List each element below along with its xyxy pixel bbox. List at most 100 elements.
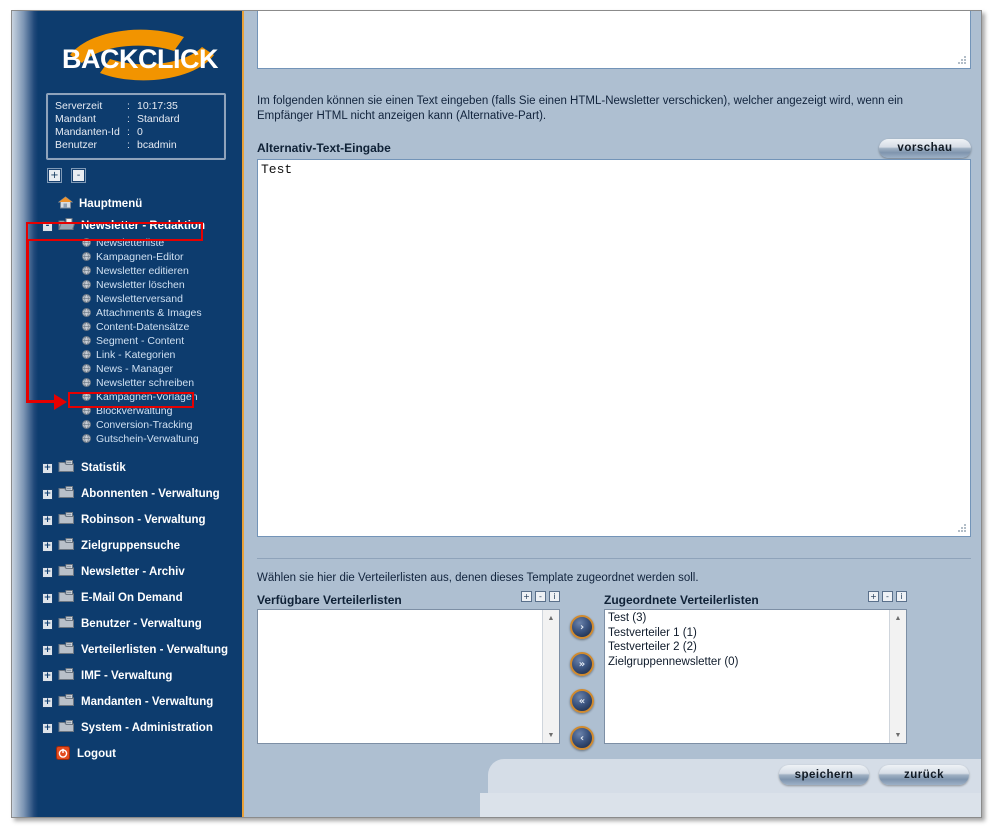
expand-group-toggle[interactable]: + [42, 644, 53, 656]
move-left-all-button[interactable]: « [570, 689, 594, 713]
available-remove-icon[interactable]: - [535, 591, 546, 602]
server-info-key: Benutzer [55, 139, 98, 151]
sidebar-item-kampagnen-vorlagen[interactable]: Kampagnen-Vorlagen [38, 391, 242, 405]
sidebar-group-verteilerlisten-verwaltung[interactable]: + Verteilerlisten - Verwaltung [38, 637, 242, 663]
html-content-textarea[interactable] [257, 11, 971, 69]
sidebar-subitem-label: Conversion-Tracking [96, 419, 193, 431]
server-info-sep: : [127, 113, 130, 125]
sidebar-item-segment-content[interactable]: Segment - Content [38, 335, 242, 349]
folder-icon [58, 512, 75, 528]
sidebar-item-kampagnen-editor[interactable]: Kampagnen-Editor [38, 251, 242, 265]
sidebar-item-conversion-tracking[interactable]: Conversion-Tracking [38, 419, 242, 433]
sidebar-item-newsletter-loeschen[interactable]: Newsletter löschen [38, 279, 242, 293]
sidebar-group-system-administration[interactable]: + System - Administration [38, 715, 242, 741]
sidebar-item-gutschein-verwaltung[interactable]: Gutschein-Verwaltung [38, 433, 242, 447]
sidebar-item-content-datensaetze[interactable]: Content-Datensätze [38, 321, 242, 335]
sidebar-subitem-label: Newsletterliste [96, 237, 165, 249]
assigned-lists-scrollbar[interactable]: ▲ ▼ [889, 610, 906, 743]
globe-icon [82, 364, 91, 376]
expand-group-toggle[interactable]: + [42, 566, 53, 578]
sidebar-item-news-manager[interactable]: News - Manager [38, 363, 242, 377]
assign-description: Wählen sie hier die Verteilerlisten aus,… [257, 572, 699, 584]
sidebar-group-newsletter-redaktion[interactable]: - Newsletter - Redaktion [38, 215, 242, 237]
available-add-icon[interactable]: + [521, 591, 532, 602]
expand-group-toggle[interactable]: + [42, 462, 53, 474]
server-info-key: Serverzeit [55, 100, 103, 112]
move-left-one-button[interactable]: ‹ [570, 726, 594, 750]
expand-all-button[interactable]: + [48, 169, 61, 182]
list-item[interactable]: Testverteiler 2 (2) [608, 640, 886, 655]
list-item[interactable]: Zielgruppennewsletter (0) [608, 655, 886, 670]
list-item[interactable]: Test (3) [608, 611, 886, 626]
alt-text-description: Im folgenden können sie einen Text einge… [257, 95, 904, 122]
collapse-group-toggle[interactable]: - [42, 220, 53, 232]
server-info-row: Serverzeit : 10:17:35 [55, 100, 217, 113]
expand-group-toggle[interactable]: + [42, 488, 53, 500]
move-right-all-button[interactable]: » [570, 652, 594, 676]
collapse-all-button[interactable]: - [72, 169, 85, 182]
sidebar-group-label: E-Mail On Demand [81, 592, 183, 604]
sidebar-item-hauptmenu[interactable]: Hauptmenü [38, 193, 242, 215]
expand-group-toggle[interactable]: + [42, 618, 53, 630]
resize-grip-icon[interactable] [958, 56, 968, 66]
assigned-lists-controls: + - i [868, 591, 907, 602]
scroll-down-icon[interactable]: ▼ [543, 727, 559, 743]
sidebar-subitem-label: Newsletter schreiben [96, 377, 195, 389]
move-right-one-button[interactable]: › [570, 615, 594, 639]
sidebar-group-benutzer-verwaltung[interactable]: + Benutzer - Verwaltung [38, 611, 242, 637]
assigned-lists-title: Zugeordnete Verteilerlisten [604, 593, 759, 607]
alt-text-textarea[interactable]: Test [257, 159, 971, 537]
globe-icon [82, 336, 91, 348]
sidebar-item-link-kategorien[interactable]: Link - Kategorien [38, 349, 242, 363]
available-lists-items [258, 610, 542, 743]
available-info-icon[interactable]: i [549, 591, 560, 602]
server-info-value: bcadmin [137, 139, 177, 151]
assigned-add-icon[interactable]: + [868, 591, 879, 602]
expand-group-toggle[interactable]: + [42, 540, 53, 552]
sidebar-group-mandanten-verwaltung[interactable]: + Mandanten - Verwaltung [38, 689, 242, 715]
sidebar-item-newsletter-editieren[interactable]: Newsletter editieren [38, 265, 242, 279]
preview-button[interactable]: vorschau [879, 139, 971, 158]
save-button[interactable]: speichern [779, 765, 869, 785]
sidebar-item-blockverwaltung[interactable]: Blockverwaltung [38, 405, 242, 419]
globe-icon [82, 378, 91, 390]
expand-group-toggle[interactable]: + [42, 696, 53, 708]
sidebar-group-label: Benutzer - Verwaltung [81, 618, 202, 630]
sidebar-subitem-label: Attachments & Images [96, 307, 202, 319]
sidebar-group-imf-verwaltung[interactable]: + IMF - Verwaltung [38, 663, 242, 689]
svg-text:BACKCLICK: BACKCLICK [62, 44, 219, 74]
sidebar-group-robinson-verwaltung[interactable]: + Robinson - Verwaltung [38, 507, 242, 533]
scroll-up-icon[interactable]: ▲ [543, 610, 559, 626]
sidebar-group-abonnenten-verwaltung[interactable]: + Abonnenten - Verwaltung [38, 481, 242, 507]
sidebar-item-attachments-images[interactable]: Attachments & Images [38, 307, 242, 321]
assigned-remove-icon[interactable]: - [882, 591, 893, 602]
sidebar-group-email-on-demand[interactable]: + E-Mail On Demand [38, 585, 242, 611]
sidebar-item-newsletterversand[interactable]: Newsletterversand [38, 293, 242, 307]
expand-group-toggle[interactable]: + [42, 722, 53, 734]
resize-grip-icon[interactable] [958, 524, 968, 534]
sidebar-group-zielgruppensuche[interactable]: + Zielgruppensuche [38, 533, 242, 559]
expand-group-toggle[interactable]: + [42, 592, 53, 604]
app-frame: BACKCLICK Serverzeit : 10:17:35 Mandant … [11, 10, 982, 818]
sidebar-subitem-label: Gutschein-Verwaltung [96, 433, 199, 445]
sidebar-group-newsletter-archiv[interactable]: + Newsletter - Archiv [38, 559, 242, 585]
sidebar-item-newsletter-schreiben[interactable]: Newsletter schreiben [38, 377, 242, 391]
alt-text-textarea-value: Test [261, 162, 293, 177]
list-item[interactable]: Testverteiler 1 (1) [608, 626, 886, 641]
expand-group-toggle[interactable]: + [42, 514, 53, 526]
assigned-lists-listbox[interactable]: Test (3) Testverteiler 1 (1) Testverteil… [604, 609, 907, 744]
back-button[interactable]: zurück [879, 765, 969, 785]
sidebar-group-label: Newsletter - Archiv [81, 566, 185, 578]
sidebar-group-label: IMF - Verwaltung [81, 670, 173, 682]
sidebar-group-statistik[interactable]: + Statistik [38, 455, 242, 481]
sidebar-item-logout[interactable]: Logout [38, 741, 242, 767]
scroll-up-icon[interactable]: ▲ [890, 610, 906, 626]
scroll-down-icon[interactable]: ▼ [890, 727, 906, 743]
globe-icon [82, 280, 91, 292]
assigned-info-icon[interactable]: i [896, 591, 907, 602]
expand-group-toggle[interactable]: + [42, 670, 53, 682]
available-lists-listbox[interactable]: ▲ ▼ [257, 609, 560, 744]
available-lists-scrollbar[interactable]: ▲ ▼ [542, 610, 559, 743]
sidebar-item-newsletterliste[interactable]: Newsletterliste [38, 237, 242, 251]
server-info-key: Mandanten-Id [55, 126, 120, 138]
